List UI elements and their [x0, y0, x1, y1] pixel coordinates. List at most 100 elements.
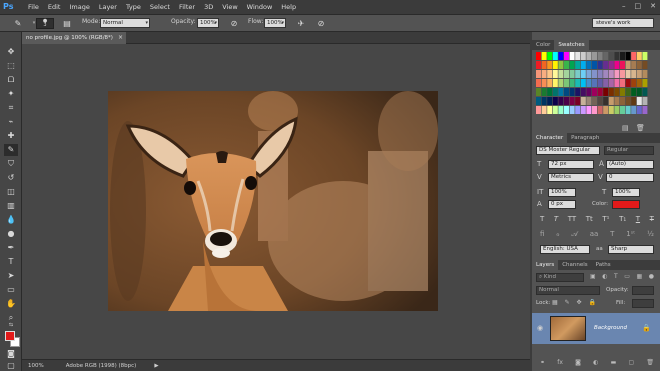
swatch-cell[interactable]: [552, 61, 558, 69]
swatch-cell[interactable]: [580, 79, 586, 87]
foreground-color-swatch[interactable]: [5, 331, 15, 341]
swatch-cell[interactable]: [558, 106, 564, 114]
swatch-cell[interactable]: [603, 88, 609, 96]
brush-tool-icon[interactable]: ✎: [12, 18, 24, 29]
swatch-cell[interactable]: [552, 97, 558, 105]
blur-tool-icon[interactable]: 💧: [4, 214, 18, 226]
swatch-cell[interactable]: [558, 79, 564, 87]
canvas-area[interactable]: [22, 44, 530, 359]
swatch-cell[interactable]: [631, 88, 637, 96]
stylistic-icon[interactable]: aa: [590, 230, 599, 239]
tab-paragraph[interactable]: Paragraph: [567, 133, 603, 143]
small-caps-button[interactable]: Tt: [586, 215, 593, 223]
swatch-cell[interactable]: [541, 61, 547, 69]
all-caps-button[interactable]: TT: [568, 215, 576, 223]
swatch-cell[interactable]: [592, 52, 597, 60]
menu-help[interactable]: Help: [281, 3, 296, 11]
ligature-icon[interactable]: ﬁ: [540, 230, 544, 239]
hand-tool-icon[interactable]: ✋: [4, 298, 18, 310]
swatch-cell[interactable]: [575, 97, 581, 105]
swatch-cell[interactable]: [608, 106, 614, 114]
workspace-select[interactable]: steve's work: [592, 18, 654, 28]
antialias-select[interactable]: Sharp: [608, 245, 654, 254]
tab-layers[interactable]: Layers: [532, 260, 559, 270]
lasso-tool-icon[interactable]: ᗝ: [4, 74, 18, 86]
swatch-cell[interactable]: [586, 97, 592, 105]
swatch-cell[interactable]: [631, 70, 637, 78]
swatch-cell[interactable]: [564, 97, 569, 105]
swatch-cell[interactable]: [620, 106, 625, 114]
gradient-tool-icon[interactable]: ▥: [4, 200, 18, 212]
swatch-cell[interactable]: [620, 88, 625, 96]
eraser-tool-icon[interactable]: ◫: [4, 186, 18, 198]
swatch-cell[interactable]: [541, 52, 547, 60]
swatch-cell[interactable]: [597, 70, 603, 78]
fraction-icon[interactable]: ½: [647, 230, 654, 239]
font-style-select[interactable]: Regular: [604, 146, 654, 155]
tab-swatches[interactable]: Swatches: [554, 40, 589, 50]
swatch-grid[interactable]: [536, 52, 648, 122]
baseline-shift-field[interactable]: 0 px: [548, 200, 576, 209]
swatch-cell[interactable]: [547, 106, 553, 114]
swatch-cell[interactable]: [547, 97, 553, 105]
swatch-cell[interactable]: [536, 52, 541, 60]
menu-type[interactable]: Type: [126, 3, 141, 11]
swatch-cell[interactable]: [564, 70, 569, 78]
swatch-cell[interactable]: [603, 70, 609, 78]
blend-mode-select[interactable]: Normal: [536, 286, 600, 295]
swatch-cell[interactable]: [569, 97, 575, 105]
swatch-cell[interactable]: [580, 52, 586, 60]
menu-image[interactable]: Image: [69, 3, 89, 11]
underline-button[interactable]: T: [636, 215, 640, 223]
document-image[interactable]: [108, 91, 438, 311]
filter-smart-icon[interactable]: ▦: [637, 273, 643, 280]
swatch-cell[interactable]: [575, 79, 581, 87]
strikethrough-button[interactable]: T: [650, 215, 654, 223]
swatch-cell[interactable]: [569, 70, 575, 78]
menu-file[interactable]: File: [28, 3, 39, 11]
swatch-cell[interactable]: [625, 88, 631, 96]
swatch-cell[interactable]: [541, 106, 547, 114]
swatch-cell[interactable]: [608, 88, 614, 96]
swatch-cell[interactable]: [620, 97, 625, 105]
swatch-cell[interactable]: [625, 106, 631, 114]
visibility-eye-icon[interactable]: ◉: [537, 324, 543, 332]
layer-row-background[interactable]: ◉ Background 🔒: [532, 313, 660, 344]
swatch-cell[interactable]: [536, 106, 541, 114]
lock-transparency-icon[interactable]: ▦: [552, 299, 558, 306]
delete-swatch-icon[interactable]: 🗑: [636, 124, 645, 132]
dodge-tool-icon[interactable]: ●: [4, 228, 18, 240]
swatch-cell[interactable]: [569, 61, 575, 69]
swatch-cell[interactable]: [597, 61, 603, 69]
swatch-cell[interactable]: [642, 97, 648, 105]
swatch-cell[interactable]: [620, 79, 625, 87]
swatch-cell[interactable]: [642, 88, 648, 96]
swatch-cell[interactable]: [580, 61, 586, 69]
crop-tool-icon[interactable]: ⌗: [4, 102, 18, 114]
swatch-cell[interactable]: [597, 97, 603, 105]
swatch-cell[interactable]: [564, 52, 569, 60]
swatch-cell[interactable]: [575, 106, 581, 114]
swatch-cell[interactable]: [642, 70, 648, 78]
brush-size-picker[interactable]: ● 3: [36, 18, 54, 29]
swatch-cell[interactable]: [586, 52, 592, 60]
swatch-cell[interactable]: [625, 52, 631, 60]
swatch-cell[interactable]: [564, 106, 569, 114]
default-colors-icon[interactable]: ⇆: [4, 319, 18, 331]
swatch-cell[interactable]: [625, 70, 631, 78]
tracking-field[interactable]: 0: [606, 173, 654, 182]
swatch-cell[interactable]: [536, 61, 541, 69]
maximize-icon[interactable]: □: [635, 2, 642, 10]
type-tool-icon[interactable]: T: [4, 256, 18, 268]
tab-color[interactable]: Color: [532, 40, 554, 50]
menu-filter[interactable]: Filter: [179, 3, 195, 11]
swatch-cell[interactable]: [552, 70, 558, 78]
leading-field[interactable]: (Auto): [606, 160, 654, 169]
subscript-button[interactable]: T₁: [619, 215, 626, 223]
fx-icon[interactable]: fx: [557, 359, 563, 366]
swatch-cell[interactable]: [592, 97, 597, 105]
swatch-cell[interactable]: [580, 88, 586, 96]
adjustment-icon[interactable]: ◐: [593, 359, 598, 366]
flow-field[interactable]: 100%: [264, 18, 286, 28]
swatch-cell[interactable]: [552, 88, 558, 96]
